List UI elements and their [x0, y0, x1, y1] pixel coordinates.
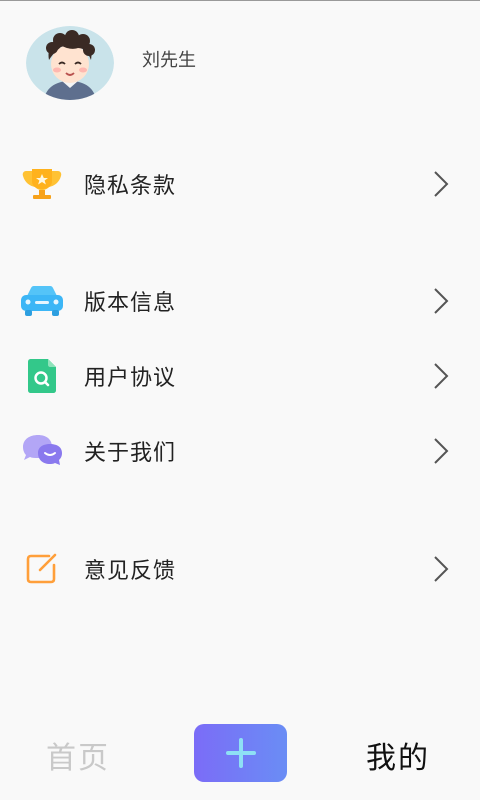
menu-item-user-agreement[interactable]: 用户协议: [0, 346, 480, 406]
add-button[interactable]: [194, 724, 287, 782]
trophy-icon: [19, 164, 65, 204]
chevron-right-icon: [434, 171, 449, 197]
chevron-right-icon: [434, 556, 449, 582]
menu-item-label: 版本信息: [84, 291, 177, 316]
menu-item-feedback[interactable]: 意见反馈: [0, 539, 480, 599]
menu-item-label: 关于我们: [84, 441, 177, 466]
bottom-tab-bar: 首页 我的: [0, 713, 480, 800]
username: 刘先生: [142, 50, 196, 71]
plus-icon: [225, 738, 256, 768]
menu-item-label: 意见反馈: [84, 559, 177, 584]
avatar[interactable]: [26, 26, 114, 100]
chat-bubbles-icon: [19, 431, 65, 471]
car-icon: [19, 281, 65, 321]
menu-item-about-us[interactable]: 关于我们: [0, 421, 480, 481]
menu-item-label: 用户协议: [84, 366, 177, 391]
menu-item-privacy[interactable]: 隐私条款: [0, 154, 480, 214]
menu-item-label: 隐私条款: [84, 174, 177, 199]
profile-page: 刘先生 隐私条款 版本信息 用户协议 关于我们 意见反馈 首页 我的: [0, 0, 480, 800]
edit-square-icon: [19, 549, 65, 589]
profile-header[interactable]: 刘先生: [26, 25, 426, 101]
tab-home[interactable]: 首页: [46, 733, 110, 777]
tab-mine[interactable]: 我的: [366, 733, 430, 777]
document-search-icon: [19, 356, 65, 396]
chevron-right-icon: [434, 288, 449, 314]
menu-item-version[interactable]: 版本信息: [0, 271, 480, 331]
chevron-right-icon: [434, 363, 449, 389]
chevron-right-icon: [434, 438, 449, 464]
